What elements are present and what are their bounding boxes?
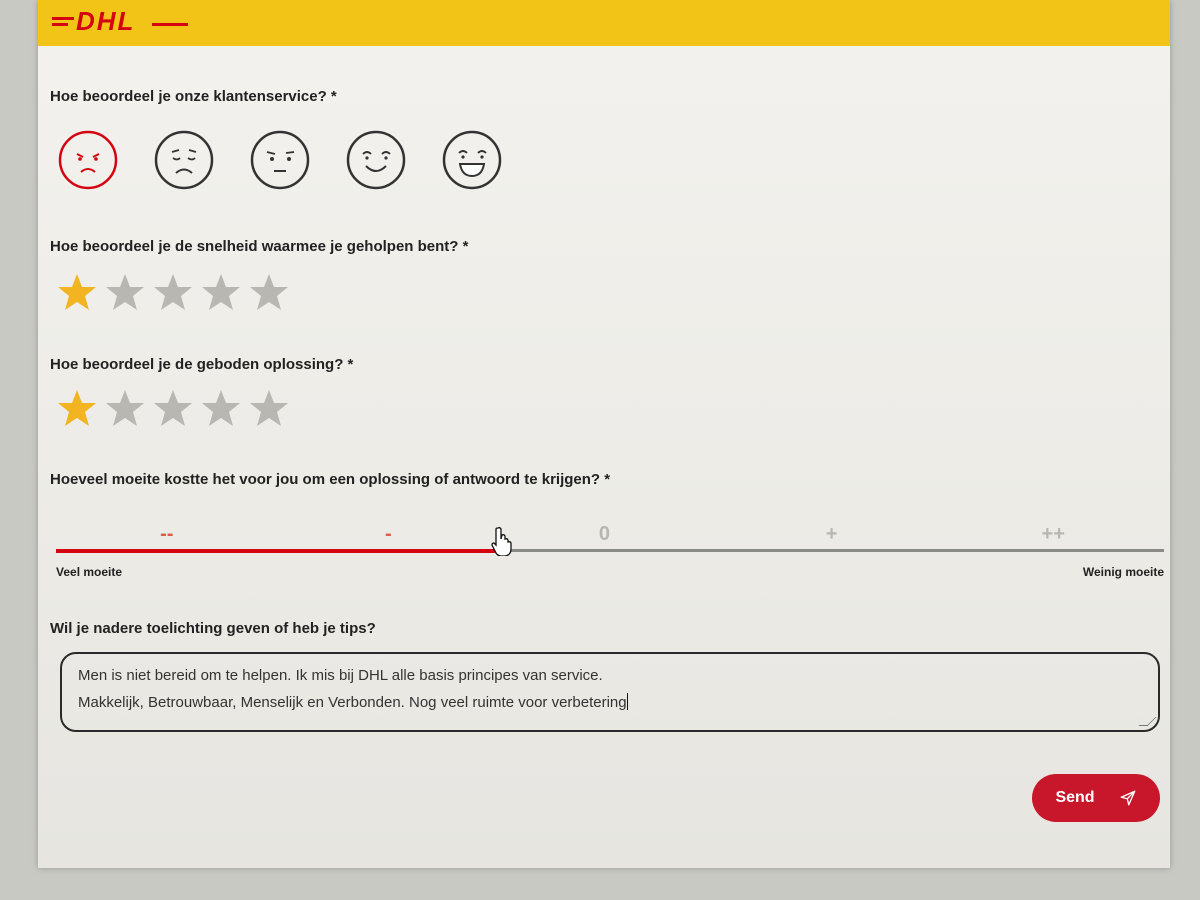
star-rating-solution — [56, 388, 290, 430]
slider-mark-4[interactable]: + — [826, 523, 838, 546]
very-sad-face-icon[interactable] — [58, 130, 118, 190]
slider-right-label: Weinig moeite — [1082, 565, 1164, 579]
question-effort: Hoeveel moeite kostte het voor jou om ee… — [50, 471, 611, 488]
star-icon-3[interactable] — [152, 272, 194, 314]
question-customer-service: Hoe beoordeel je onze klantenservice? * — [50, 88, 337, 105]
star-icon-4[interactable] — [200, 272, 242, 314]
hand-cursor-icon — [491, 527, 512, 556]
sad-face-icon[interactable] — [154, 130, 214, 190]
send-label: Send — [1055, 789, 1095, 806]
very-happy-face-icon[interactable] — [442, 130, 502, 190]
slider-mark-2[interactable]: - — [385, 523, 392, 546]
send-button[interactable]: Send — [1032, 774, 1160, 822]
face-rating — [58, 130, 502, 190]
star-icon-5[interactable] — [248, 272, 290, 314]
effort-slider[interactable]: -- -0 + ++ Veel moeite Weinig moeite — [56, 505, 1164, 585]
question-solution: Hoe beoordeel je de geboden oplossing? * — [50, 356, 354, 373]
question-tips: Wil je nadere toelichting geven of heb j… — [50, 620, 376, 637]
star-icon-1[interactable] — [56, 272, 98, 314]
neutral-face-icon[interactable] — [250, 130, 310, 190]
slider-left-label: Veel moeite — [56, 565, 123, 579]
star-icon-2[interactable] — [104, 272, 146, 314]
slider-mark-3[interactable]: 0 — [599, 523, 610, 546]
star-icon-2[interactable] — [104, 388, 146, 430]
dhl-logo: DHL — [52, 6, 188, 37]
slider-fill — [56, 549, 503, 553]
happy-face-icon[interactable] — [346, 130, 406, 190]
star-icon-5[interactable] — [248, 388, 290, 430]
feedback-page: DHL Hoe beoordeel je onze klantenservice… — [38, 0, 1170, 868]
star-rating-speed — [56, 272, 290, 314]
header-bar: DHL — [38, 0, 1170, 46]
resize-handle[interactable] — [1138, 717, 1157, 726]
slider-mark-1[interactable]: -- — [160, 523, 173, 546]
star-icon-4[interactable] — [200, 388, 242, 430]
paper-plane-icon — [1120, 790, 1135, 806]
comment-text: Men is niet bereid om te helpen. Ik mis … — [78, 667, 627, 711]
comment-textarea[interactable]: Men is niet bereid om te helpen. Ik mis … — [60, 652, 1160, 732]
star-icon-1[interactable] — [56, 388, 98, 430]
question-speed: Hoe beoordeel je de snelheid waarmee je … — [50, 238, 469, 255]
text-caret — [626, 693, 628, 710]
slider-mark-5[interactable]: ++ — [1042, 523, 1065, 546]
star-icon-3[interactable] — [152, 388, 194, 430]
